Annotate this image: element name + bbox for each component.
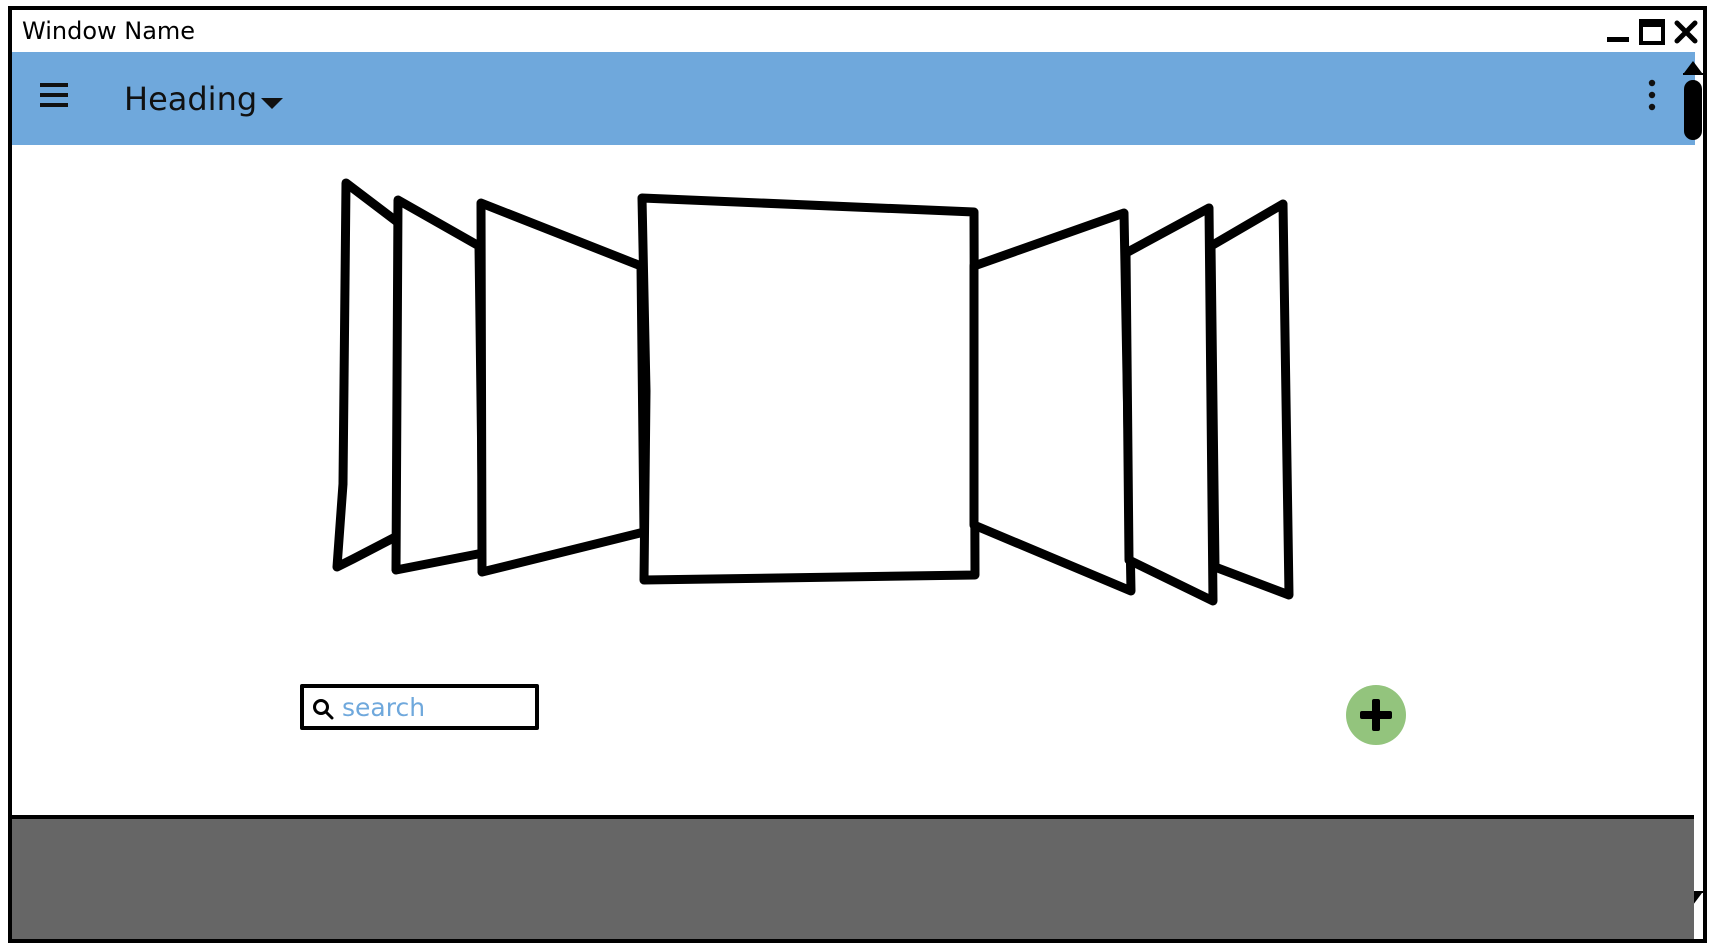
add-button[interactable] (1346, 685, 1406, 745)
cover-flow-carousel[interactable] (329, 177, 1419, 667)
application-window: Window Name Heading search (8, 6, 1707, 943)
carousel-item-selected[interactable] (637, 193, 980, 585)
carousel-item[interactable] (1121, 203, 1218, 606)
search-placeholder: search (342, 693, 426, 722)
plus-icon (1360, 699, 1392, 731)
page-heading[interactable]: Heading (124, 81, 257, 117)
hamburger-menu-icon[interactable] (39, 81, 69, 109)
window-titlebar: Window Name (12, 10, 1703, 50)
window-controls (1603, 17, 1701, 47)
page: Window Name Heading search (0, 0, 1709, 945)
vertical-scrollbar[interactable] (1680, 52, 1704, 912)
carousel-frames (332, 178, 1294, 606)
search-icon (313, 699, 334, 720)
carousel-item[interactable] (969, 208, 1136, 596)
scrollbar-thumb[interactable] (1684, 80, 1702, 140)
carousel-item[interactable] (391, 195, 488, 575)
maximize-icon[interactable] (1637, 17, 1667, 47)
window-title: Window Name (22, 17, 196, 45)
footer-panel (12, 815, 1694, 939)
search-input[interactable]: search (300, 684, 539, 730)
carousel-item[interactable] (476, 198, 649, 577)
minimize-icon[interactable] (1603, 17, 1633, 47)
app-bar: Heading (12, 52, 1695, 145)
chevron-down-icon[interactable] (260, 95, 284, 111)
carousel-item[interactable] (1206, 199, 1294, 600)
scroll-up-arrow-icon[interactable] (1682, 58, 1704, 76)
close-icon[interactable] (1671, 17, 1701, 47)
more-vertical-icon[interactable] (1644, 78, 1660, 114)
